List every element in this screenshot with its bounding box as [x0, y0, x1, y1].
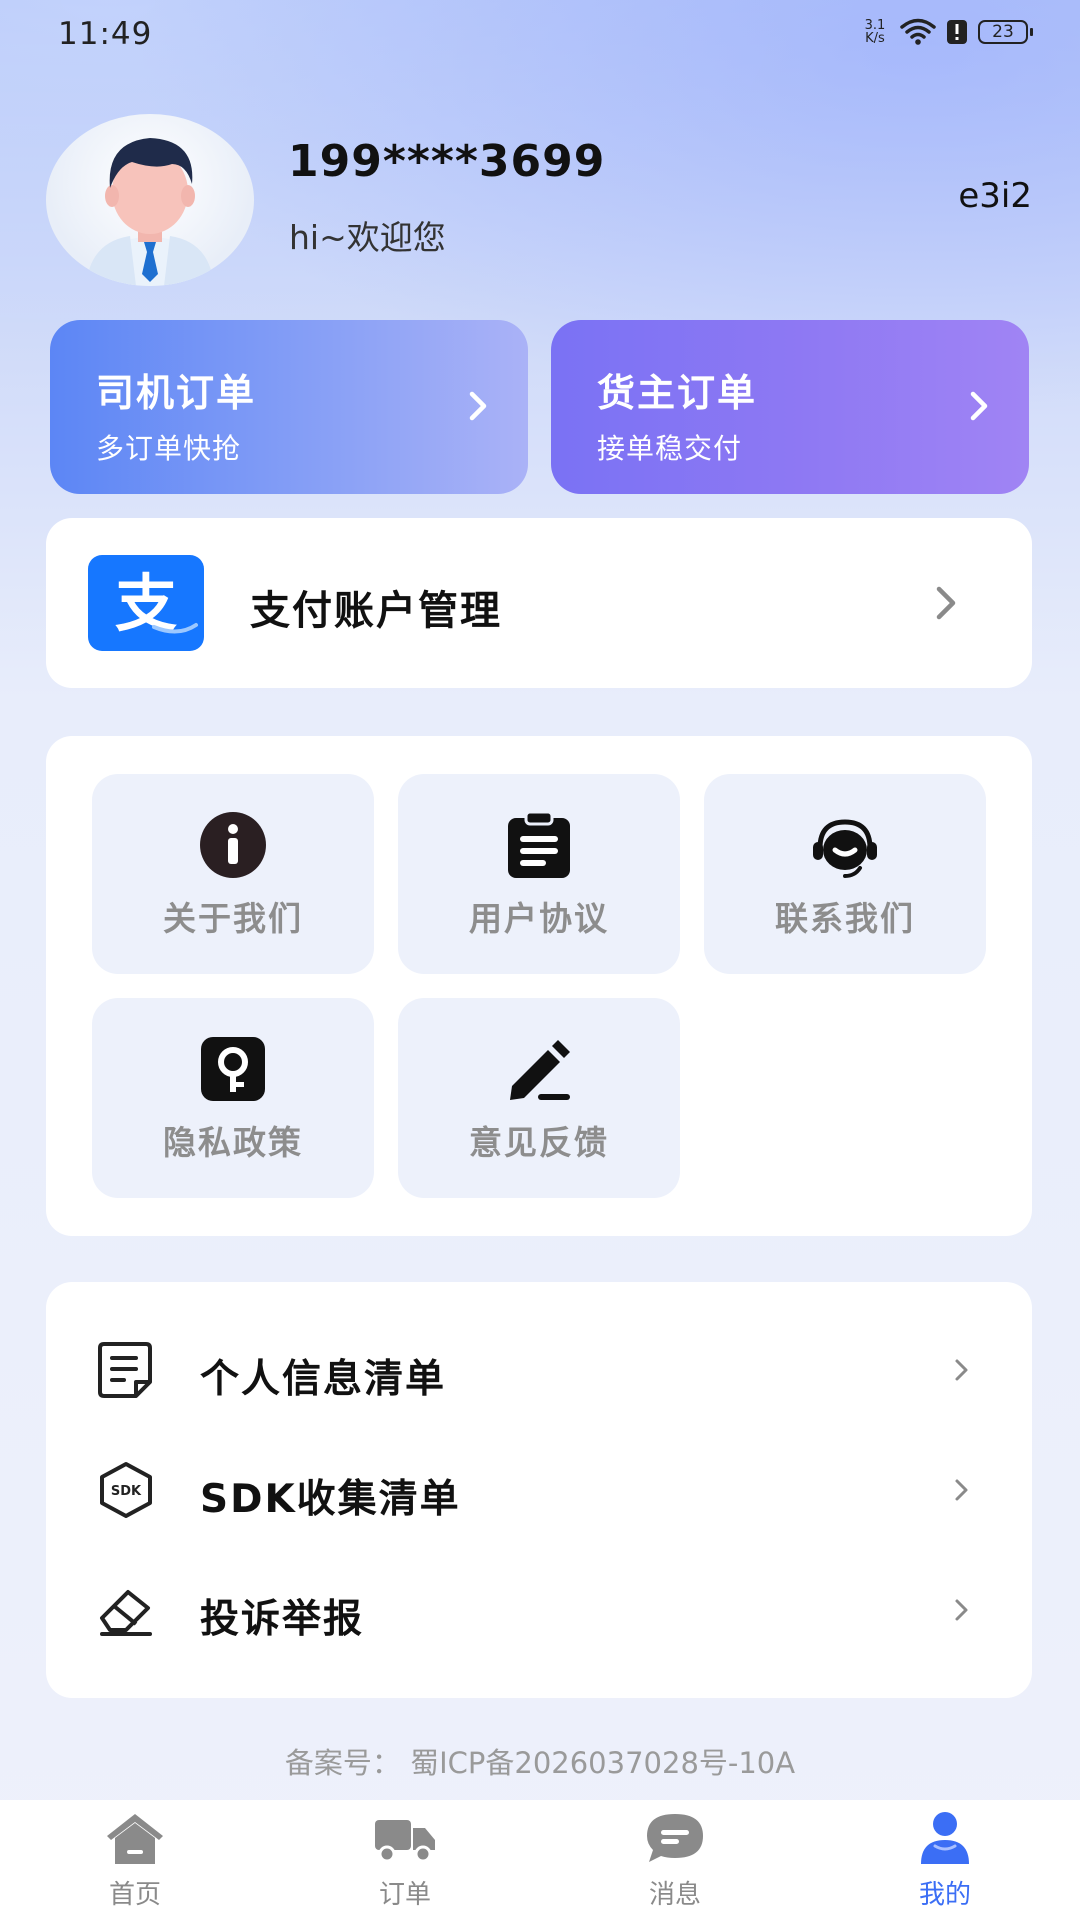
chevron-right-icon: [469, 391, 487, 421]
avatar-illustration: [86, 138, 214, 286]
eraser-icon: [100, 1590, 152, 1636]
nav-item-messages[interactable]: 消息: [540, 1800, 810, 1920]
info-icon: [200, 812, 266, 878]
tile-privacy-policy[interactable]: 隐私政策: [92, 998, 374, 1198]
info-list-panel: 个人信息清单 SDK SDK收集清单 投诉举报: [46, 1282, 1032, 1698]
list-item-label: 投诉举报: [200, 1597, 365, 1642]
shipper-orders-card[interactable]: 货主订单 接单稳交付: [551, 320, 1029, 494]
home-icon: [107, 1814, 163, 1864]
chevron-right-icon: [955, 1599, 968, 1621]
nav-label: 首页: [108, 1880, 161, 1910]
list-item-label: SDK收集清单: [200, 1477, 461, 1522]
bottom-nav: 首页 订单 消息 我的: [0, 1800, 1080, 1920]
chevron-right-icon: [955, 1359, 968, 1381]
nav-label: 订单: [378, 1880, 431, 1910]
status-time: 11:49: [58, 16, 153, 52]
headset-icon: [813, 819, 877, 878]
payment-account-row[interactable]: 支 支付账户管理: [46, 518, 1032, 688]
alipay-logo-icon: 支: [88, 555, 204, 651]
payment-account-label: 支付账户管理: [250, 588, 502, 634]
document-icon: [98, 1342, 152, 1398]
status-bar: 11:49 3.1 K/s 23: [0, 0, 1080, 76]
list-item-complaint[interactable]: 投诉举报: [46, 1550, 1032, 1670]
alert-icon: [946, 19, 968, 45]
tile-about-us[interactable]: 关于我们: [92, 774, 374, 974]
user-icon: [921, 1812, 969, 1864]
clipboard-icon: [508, 810, 570, 878]
status-indicators: 3.1 K/s 23: [860, 18, 1033, 46]
tile-label: 用户协议: [469, 899, 609, 938]
tile-user-agreement[interactable]: 用户协议: [398, 774, 680, 974]
svg-text:SDK: SDK: [111, 1484, 142, 1499]
driver-orders-card[interactable]: 司机订单 多订单快抢: [50, 320, 528, 494]
chevron-right-icon: [970, 391, 988, 421]
tile-label: 意见反馈: [469, 1123, 609, 1162]
driver-orders-subtitle: 多订单快抢: [96, 432, 242, 465]
service-grid-panel: 关于我们 用户协议 联系我们 隐私政策 意见反馈: [46, 736, 1032, 1236]
pen-icon: [510, 1040, 570, 1100]
nav-item-home[interactable]: 首页: [0, 1800, 270, 1920]
chevron-right-icon: [955, 1479, 968, 1501]
battery-indicator: 23: [978, 20, 1033, 44]
truck-icon: [375, 1820, 435, 1863]
user-phone: 199****3699: [288, 136, 606, 187]
tile-feedback[interactable]: 意见反馈: [398, 998, 680, 1198]
tile-label: 联系我们: [775, 899, 915, 938]
list-item-label: 个人信息清单: [200, 1357, 447, 1402]
shipper-orders-subtitle: 接单稳交付: [597, 432, 743, 465]
nav-label: 消息: [648, 1880, 701, 1910]
welcome-text: hi~欢迎您: [289, 218, 446, 257]
nav-item-mine[interactable]: 我的: [810, 1800, 1080, 1920]
chevron-right-icon: [936, 586, 956, 620]
tile-label: 关于我们: [163, 899, 303, 938]
network-speed-unit: K/s: [865, 31, 885, 46]
wifi-icon: [900, 18, 936, 46]
list-item-personal-info[interactable]: 个人信息清单: [46, 1310, 1032, 1430]
message-icon: [647, 1814, 703, 1862]
nav-item-orders[interactable]: 订单: [270, 1800, 540, 1920]
key-lock-icon: [201, 1037, 265, 1101]
tile-label: 隐私政策: [163, 1123, 303, 1162]
sdk-icon: SDK: [100, 1462, 152, 1518]
tile-contact-us[interactable]: 联系我们: [704, 774, 986, 974]
nav-label: 我的: [918, 1880, 971, 1910]
icp-filing-number: 备案号： 蜀ICP备2026037028号-10A: [284, 1746, 796, 1780]
user-code: e3i2: [958, 176, 1032, 216]
network-speed: 3.1 K/s: [860, 19, 890, 45]
list-item-sdk[interactable]: SDK SDK收集清单: [46, 1430, 1032, 1550]
avatar[interactable]: [46, 114, 254, 286]
